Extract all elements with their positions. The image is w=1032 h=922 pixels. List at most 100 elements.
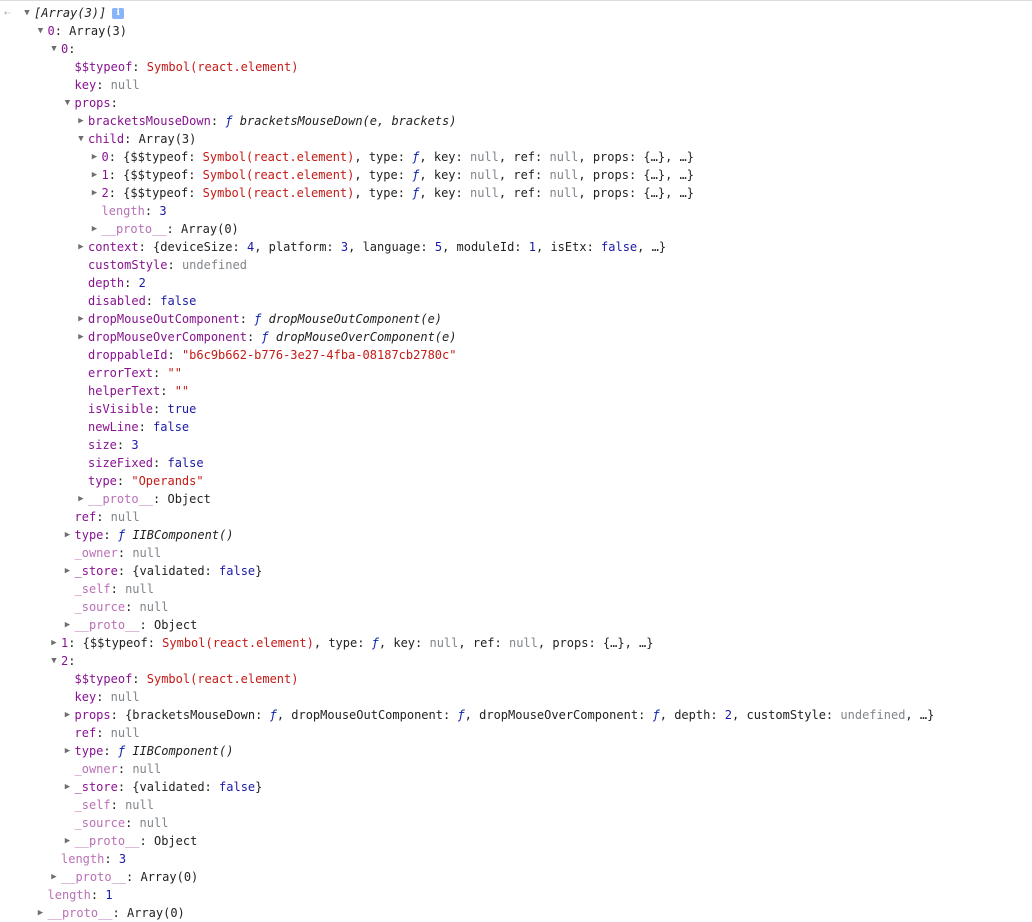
triangle-down-icon[interactable]: ▼: [63, 94, 73, 112]
tree-row[interactable]: ▶ 0: {$$typeof: Symbol(react.element), ty…: [0, 148, 1032, 166]
triangle-right-icon[interactable]: ▶: [63, 778, 73, 796]
tree-row-text: length: 3: [61, 850, 126, 868]
token: Symbol(react.element): [146, 60, 299, 74]
token: , type:: [354, 186, 413, 200]
token: IIBComponent(): [125, 528, 234, 542]
token: , props: {…}, …}: [578, 186, 694, 200]
token: _owner: [74, 762, 118, 776]
tree-row: key: null: [0, 76, 1032, 94]
tree-row[interactable]: ▶ __proto__: Array(0): [0, 904, 1032, 922]
triangle-right-icon[interactable]: ▶: [63, 742, 73, 760]
tree-row[interactable]: ▼ 0:: [0, 40, 1032, 58]
token: , depth:: [659, 708, 725, 722]
token: :: [167, 348, 182, 362]
triangle-right-icon[interactable]: ▶: [76, 112, 86, 130]
tree-row[interactable]: ▶ 2: {$$typeof: Symbol(react.element), ty…: [0, 184, 1032, 202]
tree-row[interactable]: ▶ 1: {$$typeof: Symbol(react.element), ty…: [0, 166, 1032, 184]
token: , type:: [354, 168, 413, 182]
token: : {deviceSize:: [138, 240, 247, 254]
token: null: [110, 690, 140, 704]
triangle-right-icon[interactable]: ▶: [76, 238, 86, 256]
tree-row: isVisible: true: [0, 400, 1032, 418]
tree-row[interactable]: ▶ __proto__: Object: [0, 616, 1032, 634]
triangle-right-icon[interactable]: ▶: [76, 310, 86, 328]
triangle-right-icon[interactable]: ▶: [90, 148, 100, 166]
triangle-right-icon[interactable]: ▶: [76, 490, 86, 508]
tree-row[interactable]: ▶ context: {deviceSize: 4, platform: 3, l…: [0, 238, 1032, 256]
triangle-right-icon[interactable]: ▶: [90, 220, 100, 238]
tree-row-text: 0:: [61, 40, 75, 58]
tree-row-text: ref: null: [75, 508, 140, 526]
triangle-right-icon[interactable]: ▶: [36, 904, 46, 922]
token: disabled: [88, 294, 146, 308]
token: : Object: [153, 492, 211, 506]
triangle-right-icon[interactable]: ▶: [63, 832, 73, 850]
tree-row-text: $$typeof: Symbol(react.element): [75, 58, 299, 76]
tree-row[interactable]: ▶ _store: {validated: false}: [0, 778, 1032, 796]
tree-row[interactable]: ▶ dropMouseOverComponent: ƒ dropMouseOver…: [0, 328, 1032, 346]
token: , dropMouseOutComponent:: [276, 708, 458, 722]
token: false: [167, 456, 204, 470]
console-output: ⇠ ▼ [Array(3)] i ▼ 0: Array(3) ▼ 0: $$typeof: Sy…: [0, 0, 1032, 920]
tree-row: droppableId: "b6c9b662-b776-3e27-4fba-08…: [0, 346, 1032, 364]
tree-row[interactable]: ▶ __proto__: Object: [0, 490, 1032, 508]
token: length: [101, 204, 145, 218]
token: 0: [47, 24, 55, 38]
token: child: [88, 132, 125, 146]
tree-row-text: key: null: [75, 688, 140, 706]
token: IIBComponent(): [125, 744, 234, 758]
tree-row-text: _store: {validated: false}: [75, 562, 263, 580]
tree-row[interactable]: ▶ _store: {validated: false}: [0, 562, 1032, 580]
triangle-right-icon[interactable]: ▶: [63, 616, 73, 634]
triangle-right-icon[interactable]: ▶: [49, 868, 59, 886]
triangle-right-icon[interactable]: ▶: [63, 526, 73, 544]
triangle-down-icon[interactable]: ▼: [49, 40, 59, 58]
token: , props: {…}, …}: [578, 168, 694, 182]
triangle-right-icon[interactable]: ▶: [63, 706, 73, 724]
token: , type:: [354, 150, 413, 164]
tree-row-text: newLine: false: [88, 418, 189, 436]
triangle-down-icon[interactable]: ▼: [76, 130, 86, 148]
token: , ref:: [498, 186, 550, 200]
token: : {$$typeof:: [68, 636, 163, 650]
info-icon[interactable]: i: [112, 8, 125, 19]
token: key: [74, 78, 97, 92]
tree-row-text: dropMouseOutComponent: ƒ dropMouseOutCom…: [88, 310, 442, 328]
triangle-right-icon[interactable]: ▶: [49, 634, 59, 652]
token: null: [132, 762, 162, 776]
token: droppableId: [88, 348, 168, 362]
token: :: [153, 366, 168, 380]
tree-row: type: "Operands": [0, 472, 1032, 490]
tree-row[interactable]: ▼ 0: Array(3): [0, 22, 1032, 40]
tree-row[interactable]: ▶ __proto__: Array(0): [0, 868, 1032, 886]
token: Symbol(react.element): [146, 672, 299, 686]
triangle-right-icon[interactable]: ▶: [90, 184, 100, 202]
token: :: [239, 312, 255, 326]
tree-row[interactable]: ▶ type: ƒ IIBComponent(): [0, 742, 1032, 760]
tree-row[interactable]: ▶ dropMouseOutComponent: ƒ dropMouseOutCo…: [0, 310, 1032, 328]
tree-row[interactable]: ▶ __proto__: Array(0): [0, 220, 1032, 238]
tree-row[interactable]: ▶ __proto__: Object: [0, 832, 1032, 850]
token: null: [110, 726, 140, 740]
triangle-down-icon[interactable]: ▼: [36, 22, 46, 40]
token: _store: [74, 564, 118, 578]
tree-row[interactable]: ▼ 2:: [0, 652, 1032, 670]
tree-row[interactable]: ⇠ ▼ [Array(3)] i: [0, 4, 1032, 22]
tree-row: _self: null: [0, 580, 1032, 598]
token: size: [88, 438, 117, 452]
triangle-right-icon[interactable]: ▶: [76, 328, 86, 346]
tree-row[interactable]: ▶ 1: {$$typeof: Symbol(react.element), ty…: [0, 634, 1032, 652]
tree-row-text: length: 1: [48, 886, 113, 904]
tree-row-text: _store: {validated: false}: [75, 778, 263, 796]
triangle-down-icon[interactable]: ▼: [49, 652, 59, 670]
triangle-down-icon[interactable]: ▼: [22, 4, 32, 22]
triangle-right-icon[interactable]: ▶: [90, 166, 100, 184]
token: null: [110, 78, 140, 92]
tree-row[interactable]: ▶ type: ƒ IIBComponent(): [0, 526, 1032, 544]
tree-row[interactable]: ▼ child: Array(3): [0, 130, 1032, 148]
triangle-right-icon[interactable]: ▶: [63, 562, 73, 580]
token: , key:: [419, 186, 470, 200]
tree-row[interactable]: ▼ props:: [0, 94, 1032, 112]
tree-row[interactable]: ▶ bracketsMouseDown: ƒ bracketsMouseDown(…: [0, 112, 1032, 130]
tree-row[interactable]: ▶ props: {bracketsMouseDown: ƒ, dropMouse…: [0, 706, 1032, 724]
